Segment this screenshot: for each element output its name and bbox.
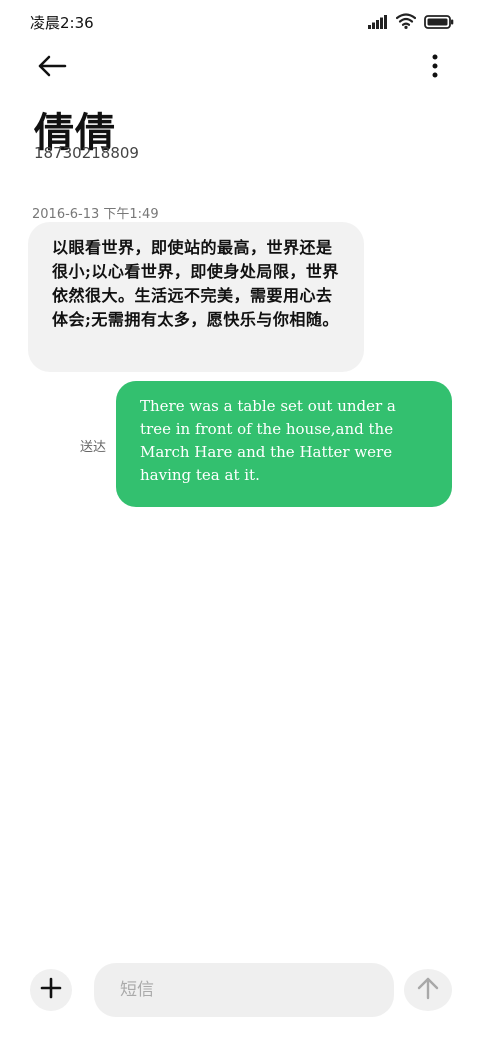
add-attachment-button[interactable] [30, 969, 72, 1011]
more-options-button[interactable] [420, 50, 450, 86]
contact-number[interactable]: 18730218809 [34, 144, 139, 162]
status-bar: 凌晨2:36 [0, 0, 480, 44]
send-button[interactable] [404, 969, 452, 1011]
more-vertical-icon [431, 54, 439, 82]
outgoing-message-text: There was a table set out under a tree i… [140, 397, 396, 484]
battery-icon [424, 14, 454, 33]
status-time: 凌晨2:36 [30, 14, 94, 32]
send-arrow-up-icon [416, 976, 440, 1004]
incoming-message-text: 以眼看世界，即使站的最高，世界还是很小;以心看世界，即使身处局限，世界依然很大。… [52, 238, 339, 329]
outgoing-message-bubble[interactable]: There was a table set out under a tree i… [116, 381, 452, 507]
delivery-status: 送达 [80, 440, 107, 455]
signal-icon [368, 14, 388, 33]
back-arrow-icon [37, 55, 67, 81]
status-icons [368, 13, 454, 33]
message-timestamp: 2016-6-13 下午1:49 [32, 207, 159, 222]
back-button[interactable] [30, 50, 74, 86]
message-input-container [94, 963, 394, 1017]
incoming-message-bubble[interactable]: 以眼看世界，即使站的最高，世界还是很小;以心看世界，即使身处局限，世界依然很大。… [28, 222, 364, 372]
wifi-icon [395, 13, 417, 33]
message-input[interactable] [118, 979, 372, 1001]
plus-icon [40, 977, 62, 1003]
